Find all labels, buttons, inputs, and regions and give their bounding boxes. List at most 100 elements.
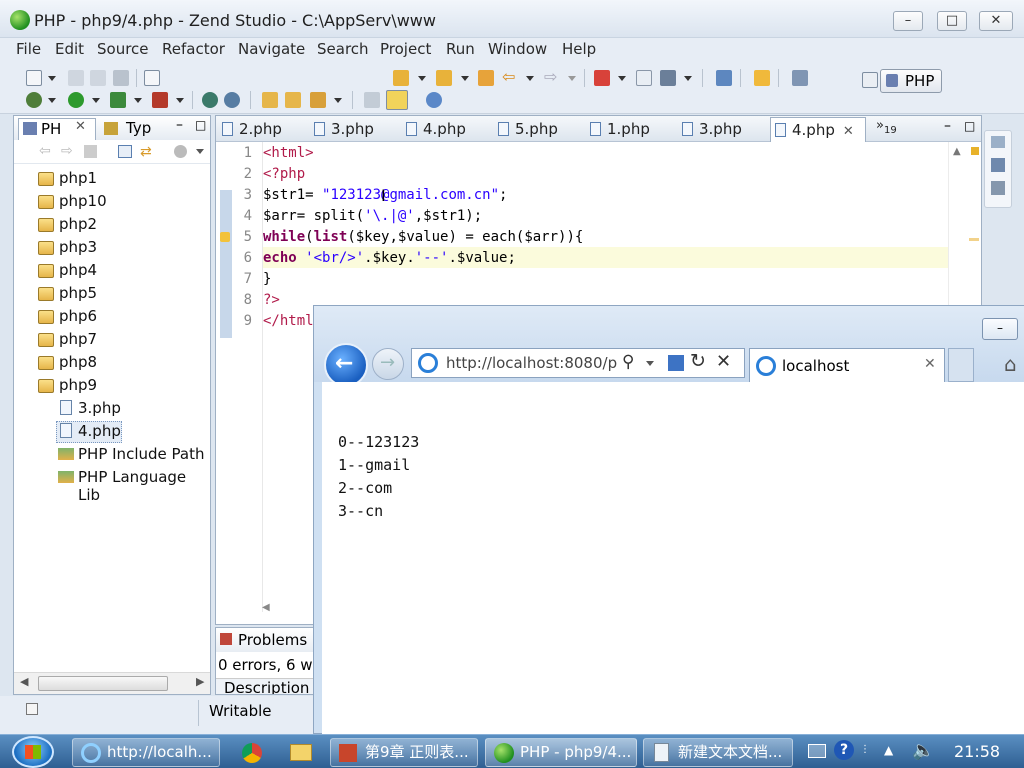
browser-forward-button[interactable]: → (372, 348, 404, 380)
browser-minimize-button[interactable]: – (982, 318, 1018, 340)
save-all-icon[interactable] (90, 70, 106, 86)
menu-navigate[interactable]: Navigate (238, 40, 305, 58)
tree-item-php4[interactable]: php4 (59, 261, 97, 279)
debug-marker-icon[interactable] (594, 70, 610, 86)
task-powerpoint[interactable]: 第9章 正则表... (330, 738, 478, 767)
new-dropdown-icon[interactable] (48, 76, 56, 81)
highlight-icon[interactable] (386, 90, 408, 110)
forward-icon[interactable]: ⇨ (544, 69, 560, 86)
refresh-icon[interactable]: ↻ (690, 350, 706, 372)
toggle-view-icon[interactable] (636, 70, 652, 86)
keyboard-icon[interactable] (808, 744, 826, 758)
globe-run-icon[interactable] (224, 92, 240, 108)
explorer-horizontal-scrollbar[interactable]: ◀ ▶ (14, 672, 210, 694)
close-browser-tab-icon[interactable]: ✕ (924, 356, 936, 372)
column-description[interactable]: Description (224, 679, 309, 694)
tree-file-4php[interactable]: 4.php (78, 422, 121, 440)
start-button[interactable] (12, 736, 54, 768)
minimize-panel-icon[interactable]: – (176, 117, 183, 133)
tag-icon[interactable] (754, 70, 770, 86)
scroll-up-icon[interactable]: ▲ (953, 146, 961, 157)
tree-item-php2[interactable]: php2 (59, 215, 97, 233)
view-menu-icon[interactable] (196, 149, 204, 154)
last-edit-icon[interactable] (478, 70, 494, 86)
collapse-icon[interactable] (364, 92, 380, 108)
run-icon[interactable] (68, 92, 84, 108)
new-tab-button[interactable] (948, 348, 974, 382)
php-perspective-button[interactable]: PHP (880, 69, 942, 93)
tree-file-3php[interactable]: 3.php (78, 399, 121, 417)
remote-icon[interactable] (792, 70, 808, 86)
browser-icon[interactable] (426, 92, 442, 108)
menu-source[interactable]: Source (97, 40, 149, 58)
outline-icon[interactable] (991, 158, 1005, 172)
address-dropdown-icon[interactable] (646, 361, 654, 366)
tree-include-path[interactable]: PHP Include Path (78, 445, 204, 463)
tree-item-php6[interactable]: php6 (59, 307, 97, 325)
address-bar[interactable]: http://localhost:8080/p ⚲ ↻ ✕ (411, 348, 745, 378)
maximize-panel-icon[interactable]: □ (195, 118, 206, 132)
menu-help[interactable]: Help (562, 40, 596, 58)
next-annotation-icon[interactable] (393, 70, 409, 86)
editor-tab-4php-active[interactable]: 4.php ✕ (770, 117, 866, 142)
open-file-icon[interactable] (285, 92, 301, 108)
fast-view-icon[interactable] (26, 703, 38, 715)
tab-php-explorer[interactable]: PH ✕ (18, 118, 96, 140)
editor-tab-1php[interactable]: 1.php (590, 120, 650, 138)
window-icon[interactable] (716, 70, 732, 86)
filter-icon[interactable] (174, 145, 187, 158)
editor-tab-4php[interactable]: 4.php (406, 120, 466, 138)
close-tab-icon[interactable]: ✕ (843, 124, 854, 139)
clock[interactable]: 21:58 (954, 742, 1000, 761)
editor-overflow-tabs[interactable]: »19 (876, 118, 897, 136)
help-icon[interactable]: ? (834, 740, 854, 760)
compat-view-icon[interactable] (668, 355, 684, 371)
editor-tab-3php[interactable]: 3.php (314, 120, 374, 138)
menu-search[interactable]: Search (317, 40, 369, 58)
menu-project[interactable]: Project (380, 40, 431, 58)
menu-edit[interactable]: Edit (55, 40, 84, 58)
show-hidden-icons[interactable]: ▲ (884, 743, 893, 757)
forward-nav-icon[interactable]: ⇨ (61, 143, 73, 159)
editor-tab-3php-b[interactable]: 3.php (682, 120, 742, 138)
open-perspective-icon[interactable] (862, 72, 878, 88)
save-icon[interactable] (68, 70, 84, 86)
up-nav-icon[interactable] (84, 145, 97, 158)
minimize-editor-icon[interactable]: – (944, 118, 951, 134)
maximize-button[interactable]: □ (937, 11, 967, 31)
globe-debug-icon[interactable] (202, 92, 218, 108)
search-icon[interactable]: ⚲ (622, 352, 634, 372)
link-editor-icon[interactable]: ⇄ (140, 144, 152, 160)
editor-tab-5php[interactable]: 5.php (498, 120, 558, 138)
close-tab-icon[interactable]: ✕ (75, 119, 86, 134)
address-text[interactable]: http://localhost:8080/p (446, 354, 617, 372)
menu-file[interactable]: File (16, 40, 41, 58)
new-php-file-icon[interactable] (144, 70, 160, 86)
tree-item-php1[interactable]: php1 (59, 169, 97, 187)
ime-options-icon[interactable]: ⋮ (860, 744, 870, 755)
task-notepad[interactable]: 新建文本文档... (643, 738, 793, 767)
prev-annotation-icon[interactable] (436, 70, 452, 86)
debug-icon[interactable] (26, 92, 42, 108)
scroll-right-icon[interactable]: ▶ (196, 675, 204, 688)
tree-item-php3[interactable]: php3 (59, 238, 97, 256)
task-zend-studio[interactable]: PHP - php9/4... (485, 738, 637, 767)
stop-icon[interactable]: ✕ (716, 351, 731, 372)
scroll-left-icon[interactable]: ◀ (20, 675, 28, 688)
close-button[interactable]: ✕ (979, 11, 1013, 31)
maximize-editor-icon[interactable]: □ (964, 119, 975, 133)
menu-run[interactable]: Run (446, 40, 475, 58)
print-icon[interactable] (113, 70, 129, 86)
external-tools-icon[interactable] (152, 92, 168, 108)
back-nav-icon[interactable]: ⇦ (39, 143, 51, 159)
restore-icon[interactable] (991, 136, 1005, 148)
volume-icon[interactable]: 🔈 (912, 740, 934, 761)
browser-tab-localhost[interactable]: localhost ✕ (749, 348, 945, 382)
scroll-thumb[interactable] (38, 676, 168, 691)
tree-item-php5[interactable]: php5 (59, 284, 97, 302)
browser-back-button[interactable]: ← (324, 343, 368, 387)
menu-refactor[interactable]: Refactor (162, 40, 225, 58)
tab-problems[interactable]: Problems (238, 631, 307, 649)
tree-item-php9[interactable]: php9 (59, 376, 97, 394)
minimize-button[interactable]: – (893, 11, 923, 31)
